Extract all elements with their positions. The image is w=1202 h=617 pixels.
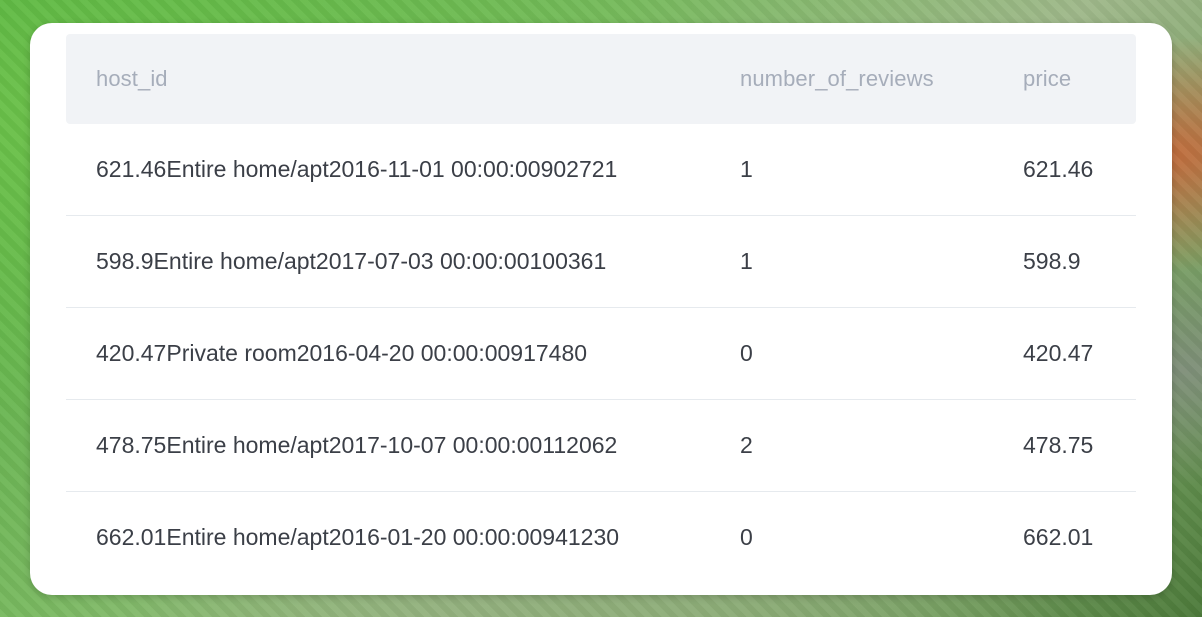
cell-host-id: 662.01Entire home/apt2016-01-20 00:00:00… — [96, 524, 620, 550]
cell-number-of-reviews: 0 — [740, 340, 753, 366]
cell-host-id: 621.46Entire home/apt2016-11-01 00:00:00… — [96, 156, 618, 182]
table-header: host_id number_of_reviews price — [66, 34, 1136, 124]
column-header-number-of-reviews[interactable]: number_of_reviews — [710, 66, 993, 92]
table-row: 621.46Entire home/apt2016-11-01 00:00:00… — [66, 124, 1136, 216]
cell-number-of-reviews: 0 — [740, 524, 753, 550]
cell-host-id: 478.75Entire home/apt2017-10-07 00:00:00… — [96, 432, 618, 458]
table-row: 420.47Private room2016-04-20 00:00:00917… — [66, 308, 1136, 400]
data-table: host_id number_of_reviews price 621.46En… — [66, 34, 1136, 583]
cell-price: 598.9 — [1023, 248, 1081, 274]
cell-price: 662.01 — [1023, 524, 1094, 550]
table-row: 598.9Entire home/apt2017-07-03 00:00:001… — [66, 216, 1136, 308]
cell-number-of-reviews: 1 — [740, 248, 753, 274]
table-row: 662.01Entire home/apt2016-01-20 00:00:00… — [66, 492, 1136, 583]
cell-price: 420.47 — [1023, 340, 1094, 366]
table-row: 478.75Entire home/apt2017-10-07 00:00:00… — [66, 400, 1136, 492]
cell-host-id: 420.47Private room2016-04-20 00:00:00917… — [96, 340, 588, 366]
cell-host-id: 598.9Entire home/apt2017-07-03 00:00:001… — [96, 248, 607, 274]
cell-price: 621.46 — [1023, 156, 1094, 182]
cell-number-of-reviews: 1 — [740, 156, 753, 182]
column-header-host-id[interactable]: host_id — [66, 66, 710, 92]
cell-price: 478.75 — [1023, 432, 1094, 458]
column-header-price[interactable]: price — [993, 66, 1136, 92]
data-table-card: host_id number_of_reviews price 621.46En… — [30, 23, 1172, 595]
cell-number-of-reviews: 2 — [740, 432, 753, 458]
